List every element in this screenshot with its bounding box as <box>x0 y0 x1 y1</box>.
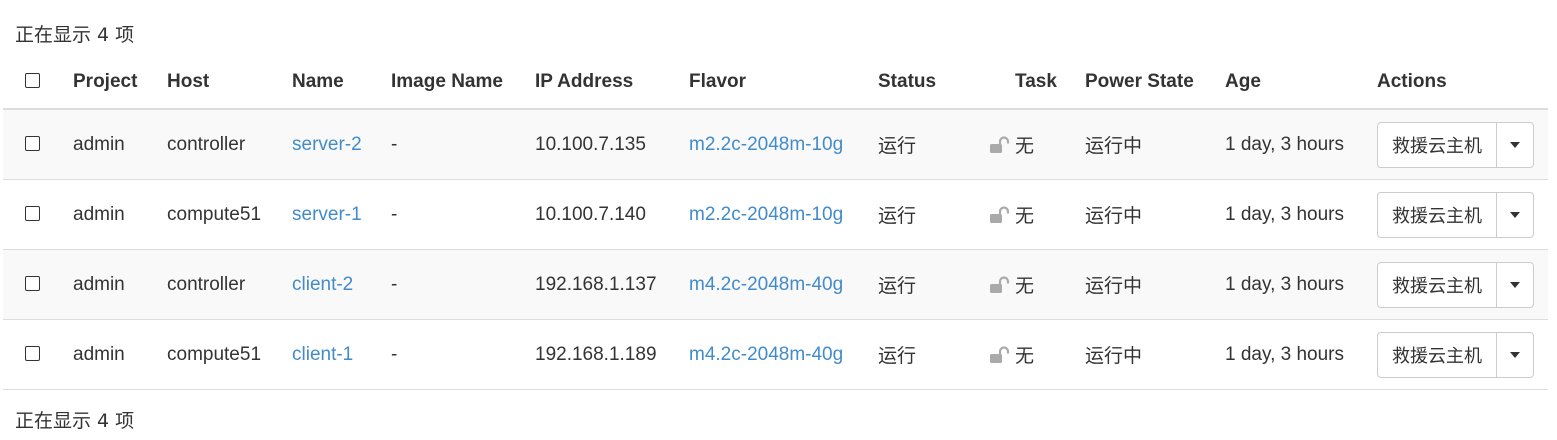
col-age[interactable]: Age <box>1225 56 1377 110</box>
unlocked-icon <box>990 205 1010 223</box>
power-state-cell: 运行中 <box>1085 109 1225 180</box>
select-all-cell <box>3 56 73 110</box>
row-select-cell <box>3 249 73 320</box>
caret-down-icon <box>1510 281 1520 288</box>
project-cell: admin <box>73 249 167 320</box>
col-ip-address[interactable]: IP Address <box>535 56 689 110</box>
item-count-top: 正在显示 4 项 <box>15 24 135 46</box>
caret-down-icon <box>1510 211 1520 218</box>
power-state-cell: 运行中 <box>1085 319 1225 390</box>
more-actions-toggle[interactable] <box>1497 333 1533 377</box>
project-cell: admin <box>73 179 167 250</box>
ip-address-cell: 10.100.7.140 <box>535 179 689 250</box>
row-actions-button-group: 救援云主机 <box>1377 191 1534 238</box>
instance-name-link[interactable]: server-2 <box>292 109 391 180</box>
table-row: admin controller server-2 - 10.100.7.135… <box>3 109 1548 180</box>
col-name[interactable]: Name <box>292 56 391 110</box>
instance-name-link[interactable]: client-1 <box>292 319 391 390</box>
row-select-cell <box>3 319 73 390</box>
project-cell: admin <box>73 109 167 180</box>
row-checkbox[interactable] <box>25 345 40 361</box>
table-row: admin compute51 client-1 - 192.168.1.189… <box>3 319 1548 390</box>
table-row: admin controller client-2 - 192.168.1.13… <box>3 249 1548 320</box>
flavor-link[interactable]: m2.2c-2048m-10g <box>689 179 878 250</box>
row-checkbox[interactable] <box>25 275 40 291</box>
instances-table: Project Host Name Image Name IP Address … <box>3 56 1548 390</box>
task-text: 无 <box>1015 205 1035 227</box>
col-image-name[interactable]: Image Name <box>391 56 535 110</box>
actions-cell: 救援云主机 <box>1377 109 1548 180</box>
col-actions: Actions <box>1377 56 1548 110</box>
row-select-cell <box>3 179 73 250</box>
age-cell: 1 day, 3 hours <box>1225 249 1377 320</box>
actions-cell: 救援云主机 <box>1377 249 1548 320</box>
power-state-cell: 运行中 <box>1085 249 1225 320</box>
actions-cell: 救援云主机 <box>1377 179 1548 250</box>
flavor-link[interactable]: m2.2c-2048m-10g <box>689 109 878 180</box>
image-name-cell: - <box>391 109 535 180</box>
task-cell: 无 <box>990 109 1085 180</box>
table-row: admin compute51 server-1 - 10.100.7.140 … <box>3 179 1548 250</box>
task-cell: 无 <box>990 249 1085 320</box>
rescue-instance-button[interactable]: 救援云主机 <box>1378 332 1497 377</box>
row-select-cell <box>3 109 73 180</box>
project-cell: admin <box>73 319 167 390</box>
actions-cell: 救援云主机 <box>1377 319 1548 390</box>
rescue-instance-button[interactable]: 救援云主机 <box>1378 122 1497 167</box>
unlocked-icon <box>990 345 1010 363</box>
ip-address-cell: 192.168.1.137 <box>535 249 689 320</box>
flavor-link[interactable]: m4.2c-2048m-40g <box>689 319 878 390</box>
age-cell: 1 day, 3 hours <box>1225 179 1377 250</box>
task-text: 无 <box>1015 275 1035 297</box>
more-actions-toggle[interactable] <box>1497 263 1533 307</box>
rescue-instance-button[interactable]: 救援云主机 <box>1378 262 1497 307</box>
row-actions-button-group: 救援云主机 <box>1377 121 1534 168</box>
col-project[interactable]: Project <box>73 56 167 110</box>
task-cell: 无 <box>990 319 1085 390</box>
image-name-cell: - <box>391 179 535 250</box>
instance-name-link[interactable]: client-2 <box>292 249 391 320</box>
ip-address-cell: 10.100.7.135 <box>535 109 689 180</box>
host-cell: compute51 <box>167 179 292 250</box>
caret-down-icon <box>1510 351 1520 358</box>
more-actions-toggle[interactable] <box>1497 123 1533 167</box>
more-actions-toggle[interactable] <box>1497 193 1533 237</box>
col-status[interactable]: Status <box>878 56 1015 110</box>
select-all-checkbox[interactable] <box>25 73 40 89</box>
unlocked-icon <box>990 135 1010 153</box>
task-text: 无 <box>1015 345 1035 367</box>
instance-name-link[interactable]: server-1 <box>292 179 391 250</box>
image-name-cell: - <box>391 319 535 390</box>
rescue-instance-button[interactable]: 救援云主机 <box>1378 192 1497 237</box>
col-power-state[interactable]: Power State <box>1085 56 1225 110</box>
flavor-link[interactable]: m4.2c-2048m-40g <box>689 249 878 320</box>
host-cell: controller <box>167 249 292 320</box>
col-flavor[interactable]: Flavor <box>689 56 878 110</box>
item-count-bottom: 正在显示 4 项 <box>15 410 135 432</box>
task-cell: 无 <box>990 179 1085 250</box>
row-actions-button-group: 救援云主机 <box>1377 261 1534 308</box>
ip-address-cell: 192.168.1.189 <box>535 319 689 390</box>
image-name-cell: - <box>391 249 535 320</box>
col-task[interactable]: Task <box>1015 56 1085 110</box>
unlocked-icon <box>990 275 1010 293</box>
age-cell: 1 day, 3 hours <box>1225 319 1377 390</box>
row-checkbox[interactable] <box>25 135 40 151</box>
task-text: 无 <box>1015 135 1035 157</box>
table-header-row: Project Host Name Image Name IP Address … <box>3 56 1548 110</box>
row-checkbox[interactable] <box>25 205 40 221</box>
row-actions-button-group: 救援云主机 <box>1377 331 1534 378</box>
host-cell: compute51 <box>167 319 292 390</box>
col-host[interactable]: Host <box>167 56 292 110</box>
power-state-cell: 运行中 <box>1085 179 1225 250</box>
host-cell: controller <box>167 109 292 180</box>
caret-down-icon <box>1510 141 1520 148</box>
age-cell: 1 day, 3 hours <box>1225 109 1377 180</box>
